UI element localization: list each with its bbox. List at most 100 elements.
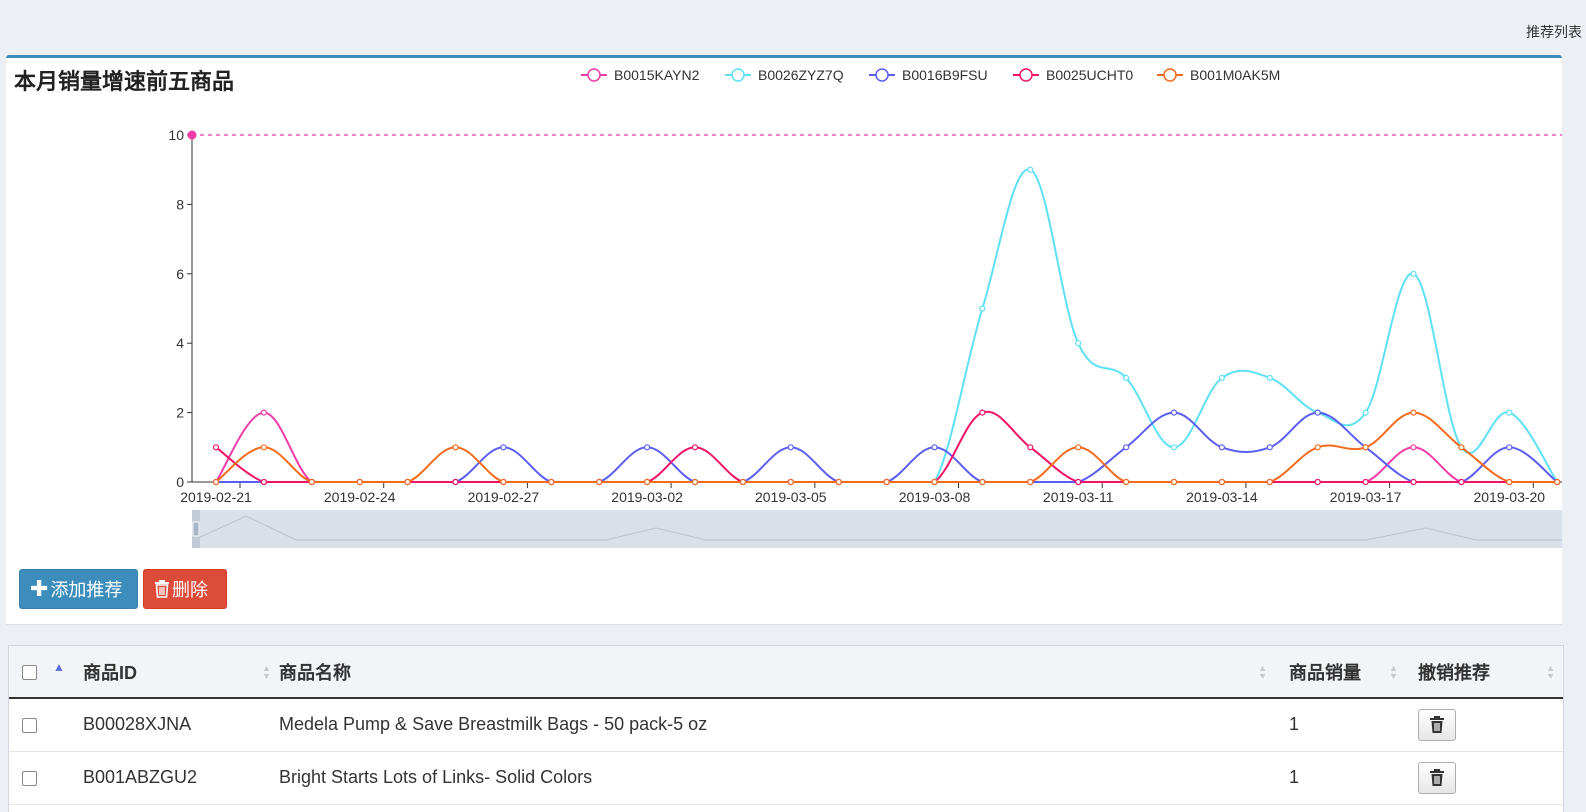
trash-icon — [1430, 715, 1444, 733]
data-point — [548, 478, 555, 486]
product-name-cell: Bright Starts Lots of Links- Solid Color… — [279, 767, 593, 787]
add-recommend-label: 添加推荐 — [50, 580, 123, 600]
add-recommend-button[interactable]: ✚ 添加推荐 — [19, 569, 138, 609]
row-select-cell — [9, 751, 69, 804]
table-row: B001ABZGU2 Bright Starts Lots of Links- … — [9, 751, 1563, 804]
header-product-name[interactable]: 商品名称 ▲ ▼ — [279, 646, 1275, 698]
data-point — [739, 478, 747, 486]
header-revoke-label: 撤销推荐 — [1418, 662, 1490, 683]
data-point — [356, 478, 363, 486]
data-point — [1506, 444, 1513, 451]
delete-button[interactable]: 删除 — [143, 569, 227, 609]
data-point — [979, 478, 986, 486]
legend-marker — [1163, 68, 1177, 82]
legend-marker — [731, 68, 745, 82]
data-point — [1266, 444, 1273, 451]
legend-item[interactable]: B001M0AK5M — [1157, 67, 1280, 83]
data-point — [452, 478, 459, 486]
header-select-cell: ▲ — [9, 646, 69, 698]
data-point — [1314, 444, 1321, 451]
select-all-checkbox[interactable] — [22, 664, 37, 680]
legend-label: B0016B9FSU — [902, 67, 988, 83]
data-point — [883, 478, 890, 486]
datazoom-track — [194, 510, 1562, 548]
row-select-cell — [9, 698, 69, 751]
legend-marker — [1019, 68, 1033, 82]
data-point — [1266, 374, 1273, 381]
legend-label: B001M0AK5M — [1190, 67, 1280, 83]
data-point — [260, 478, 267, 486]
data-point — [1122, 374, 1130, 381]
data-point — [1170, 478, 1178, 486]
y-tick-label: 10 — [168, 127, 184, 143]
data-point — [1410, 478, 1417, 486]
data-point — [1362, 444, 1369, 451]
data-point — [1266, 478, 1273, 486]
x-tick-label: 2019-03-11 — [1043, 489, 1114, 505]
data-point — [452, 444, 459, 451]
x-tick-label: 2019-02-21 — [180, 489, 252, 505]
product-id-cell: B001ABZGU2 — [83, 767, 198, 787]
data-point — [835, 478, 842, 486]
x-tick-label: 2019-03-08 — [899, 489, 971, 505]
data-point — [931, 478, 938, 486]
row-checkbox[interactable] — [22, 718, 37, 733]
series-line — [216, 168, 1559, 483]
data-point — [1362, 409, 1369, 416]
legend-marker — [875, 68, 889, 82]
data-point — [308, 478, 315, 486]
y-tick-label: 6 — [176, 266, 184, 282]
data-point — [260, 444, 267, 451]
data-point — [1075, 478, 1082, 486]
data-point — [643, 478, 651, 486]
data-point — [1027, 478, 1034, 486]
data-point — [1027, 166, 1034, 173]
y-tick-label: 4 — [176, 335, 184, 351]
header-revoke[interactable]: 撤销推荐 ▲ ▼ — [1406, 646, 1563, 698]
x-tick-label: 2019-02-24 — [324, 489, 396, 505]
header-sales-label: 商品销量 — [1289, 662, 1361, 683]
data-point — [979, 305, 986, 312]
legend-item[interactable]: B0016B9FSU — [869, 67, 988, 83]
sort-icon: ▲ ▼ — [1258, 663, 1267, 681]
data-point — [1218, 374, 1226, 381]
header-product-id[interactable]: 商品ID ▲ ▼ — [69, 646, 279, 698]
x-tick-label: 2019-03-02 — [611, 489, 683, 505]
data-point — [212, 444, 220, 451]
product-id-cell: B00028XJNA — [83, 714, 192, 735]
table-row: B00028XJNA Medela Pump & Save Breastmilk… — [9, 698, 1563, 751]
data-point — [1410, 409, 1417, 416]
data-point — [1027, 444, 1034, 451]
header-sales[interactable]: 商品销量 ▲ ▼ — [1275, 646, 1406, 698]
data-point — [1075, 340, 1082, 347]
data-point — [1554, 478, 1561, 486]
revoke-button[interactable] — [1418, 708, 1456, 741]
data-point — [1218, 478, 1226, 486]
data-point — [1410, 444, 1417, 451]
data-point — [1362, 478, 1369, 486]
data-point — [1314, 409, 1321, 416]
data-point — [212, 478, 220, 486]
datazoom-handle-grip — [192, 521, 200, 537]
data-point — [1122, 478, 1130, 486]
data-point — [404, 478, 411, 486]
recommend-list-link[interactable]: 推荐列表 — [1526, 22, 1582, 42]
data-point — [1458, 478, 1465, 486]
top-products-panel: 0 2 4 6 8 10 2019-02-21 2019-02-24 2019-02-27 201… — [6, 55, 1562, 624]
y-tick-label: 0 — [176, 474, 184, 490]
row-checkbox[interactable] — [22, 770, 37, 786]
data-point — [1122, 444, 1130, 451]
header-product-id-label: 商品ID — [83, 662, 137, 683]
product-name-cell: Medela Pump & Save Breastmilk Bags - 50 … — [279, 714, 708, 735]
sort-icon: ▲ ▼ — [1546, 663, 1555, 681]
legend-label: B0026ZYZ7Q — [758, 67, 844, 83]
legend-item[interactable]: B0026ZYZ7Q — [725, 67, 844, 83]
legend-item[interactable]: B0015KAYN2 — [581, 67, 700, 83]
data-point — [596, 478, 603, 486]
revoke-button[interactable] — [1418, 761, 1456, 794]
data-point — [1170, 444, 1178, 451]
data-point — [787, 478, 794, 486]
sort-asc-icon[interactable]: ▲ — [53, 660, 65, 674]
panel-title: 本月销量增速前五商品 — [14, 69, 235, 94]
legend-item[interactable]: B0025UCHT0 — [1013, 67, 1133, 83]
